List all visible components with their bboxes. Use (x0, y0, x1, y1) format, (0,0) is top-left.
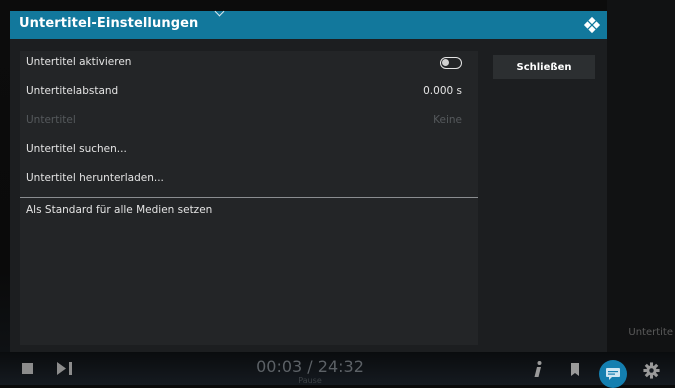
setting-row-enable-subtitles[interactable]: Untertitel aktivieren (20, 51, 478, 75)
setting-row-subtitle-offset[interactable]: Untertitelabstand 0.000 s (20, 80, 478, 104)
setting-label: Untertitel herunterladen... (26, 172, 164, 184)
setting-value: 0.000 s (423, 85, 462, 97)
playback-state: Pause (298, 376, 322, 385)
background-panel (607, 0, 675, 352)
settings-icon[interactable] (643, 362, 660, 379)
info-icon[interactable] (533, 361, 543, 378)
dialog-header: Untertitel-Einstellungen (10, 6, 607, 39)
setting-label: Untertitel aktivieren (26, 56, 132, 68)
close-button[interactable]: Schließen (493, 55, 595, 79)
subtitle-settings-dialog: Untertitel-Einstellungen Untertitel akti… (10, 6, 607, 352)
setting-label: Untertitel (26, 114, 76, 126)
setting-label: Untertitelabstand (26, 85, 119, 97)
dialog-title: Untertitel-Einstellungen (19, 16, 199, 31)
setting-value: Keine (433, 114, 462, 126)
background-subtitle-text: Untertite (628, 327, 673, 338)
subtitles-icon (606, 368, 620, 380)
setting-row-subtitle: Untertitel Keine (20, 109, 478, 133)
settings-list: Untertitel aktivieren Untertitelabstand … (20, 51, 478, 345)
toggle-knob (442, 59, 449, 66)
playback-time: 00:03 / 24:32 (256, 357, 364, 376)
subtitles-button[interactable] (599, 360, 627, 388)
setting-row-search-subtitles[interactable]: Untertitel suchen... (20, 138, 478, 162)
setting-label: Als Standard für alle Medien setzen (26, 204, 213, 216)
setting-label: Untertitel suchen... (26, 143, 127, 155)
setting-row-set-as-default[interactable]: Als Standard für alle Medien setzen (20, 199, 478, 223)
list-divider (20, 197, 478, 198)
setting-row-download-subtitles[interactable]: Untertitel herunterladen... (20, 167, 478, 191)
enable-subtitles-toggle[interactable] (440, 57, 462, 69)
bookmark-icon[interactable] (571, 363, 579, 376)
kodi-logo-icon (583, 16, 601, 34)
